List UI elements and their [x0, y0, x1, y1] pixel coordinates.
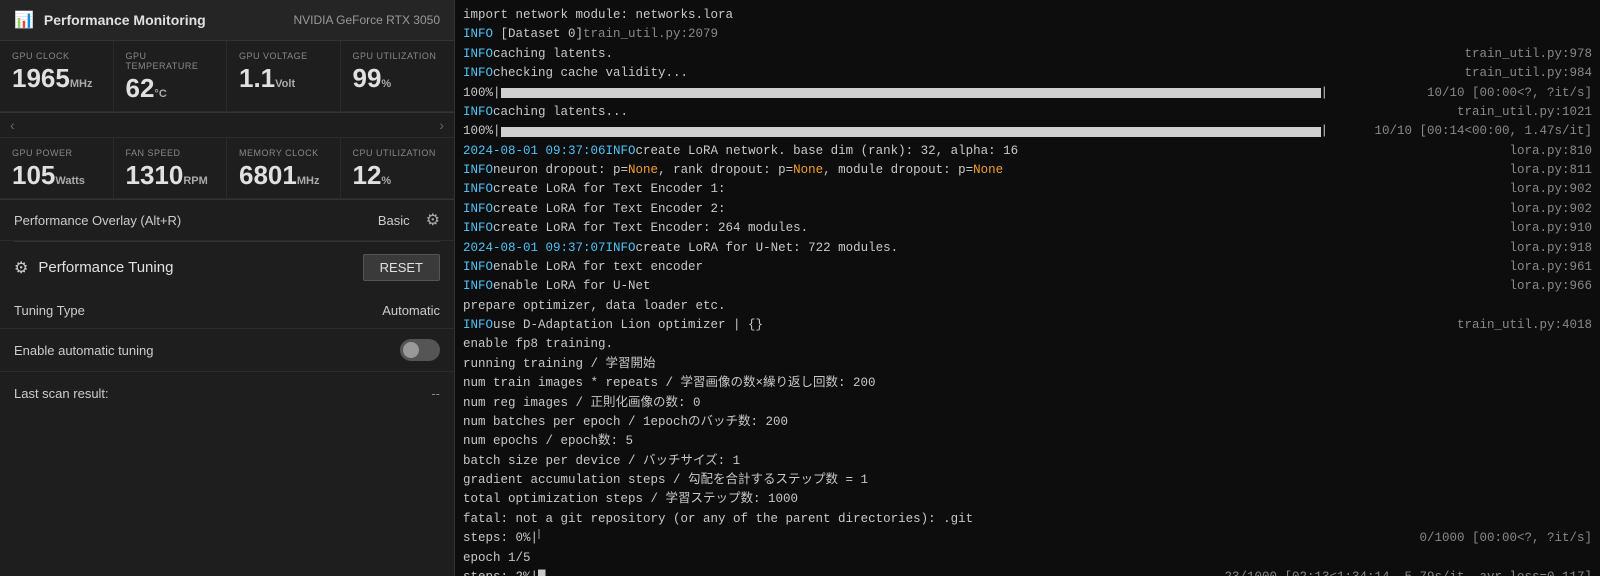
- term-line: INFO use D-Adaptation Lion optimizer | {…: [463, 316, 1592, 335]
- term-line: import network module: networks.lora: [463, 6, 1592, 25]
- auto-tuning-toggle[interactable]: [400, 339, 440, 361]
- gpu-temp-cell: GPU TEMPERATURE 62°C: [114, 41, 228, 112]
- panel-title: Performance Monitoring: [44, 12, 284, 28]
- gpu-util-label: GPU UTILIZATION: [353, 51, 443, 61]
- term-line: enable fp8 training.: [463, 335, 1592, 354]
- mem-clock-value: 6801MHz: [239, 162, 328, 188]
- tuning-title: Performance Tuning: [38, 259, 352, 276]
- tuning-type-value: Automatic: [382, 303, 440, 318]
- last-scan-row: Last scan result: --: [0, 372, 454, 415]
- term-line: INFO [Dataset 0]train_util.py:2079: [463, 25, 1592, 44]
- auto-tuning-label: Enable automatic tuning: [14, 343, 400, 358]
- cpu-util-label: CPU UTILIZATION: [353, 148, 443, 158]
- last-scan-label: Last scan result:: [14, 386, 431, 401]
- gpu-name: NVIDIA GeForce RTX 3050: [293, 13, 440, 27]
- term-line: epoch 1/5: [463, 549, 1592, 568]
- term-line: INFO enable LoRA for U-Netlora.py:966: [463, 277, 1592, 296]
- prev-arrow[interactable]: ‹: [10, 117, 15, 133]
- left-panel: 📊 Performance Monitoring NVIDIA GeForce …: [0, 0, 455, 576]
- toggle-track: [400, 339, 440, 361]
- gpu-temp-value: 62°C: [126, 75, 215, 101]
- tuning-header: ⚙ Performance Tuning RESET: [0, 242, 454, 293]
- term-line: INFO checking cache validity...train_uti…: [463, 64, 1592, 83]
- fan-speed-value: 1310RPM: [126, 162, 215, 188]
- tuning-icon: ⚙: [14, 258, 28, 278]
- auto-tuning-row: Enable automatic tuning: [0, 329, 454, 372]
- term-line: INFO enable LoRA for text encoderlora.py…: [463, 258, 1592, 277]
- gpu-util-value: 99%: [353, 65, 443, 91]
- gpu-power-value: 105Watts: [12, 162, 101, 188]
- gear-icon[interactable]: ⚙: [426, 210, 440, 230]
- term-line: gradient accumulation steps / 勾配を合計するステッ…: [463, 471, 1592, 490]
- term-line: prepare optimizer, data loader etc.: [463, 297, 1592, 316]
- term-line: INFO caching latents...train_util.py:102…: [463, 103, 1592, 122]
- cpu-util-cell: CPU UTILIZATION 12%: [341, 138, 455, 199]
- next-arrow[interactable]: ›: [439, 117, 444, 133]
- tuning-type-row: Tuning Type Automatic: [0, 293, 454, 329]
- gpu-util-cell: GPU UTILIZATION 99%: [341, 41, 455, 112]
- gpu-voltage-value: 1.1Volt: [239, 65, 328, 91]
- cpu-util-value: 12%: [353, 162, 443, 188]
- tuning-type-label: Tuning Type: [14, 303, 382, 318]
- term-line: INFO create LoRA for Text Encoder 1:lora…: [463, 180, 1592, 199]
- term-line: 2024-08-01 09:37:07 INFO create LoRA for…: [463, 239, 1592, 258]
- term-line: INFO caching latents.train_util.py:978: [463, 45, 1592, 64]
- term-line: num epochs / epoch数: 5: [463, 432, 1592, 451]
- term-line-steps2: steps: 2%|█ 23/1000 [02:13<1:34:14, 5.79…: [463, 568, 1592, 576]
- term-line-progress1: 100%|| 10/10 [00:00<?, ?it/s]: [463, 84, 1592, 103]
- fan-speed-label: FAN SPEED: [126, 148, 215, 158]
- fan-speed-cell: FAN SPEED 1310RPM: [114, 138, 228, 199]
- term-line: fatal: not a git repository (or any of t…: [463, 510, 1592, 529]
- term-line-progress2: 100%|| 10/10 [00:14<00:00, 1.47s/it]: [463, 122, 1592, 141]
- overlay-mode: Basic: [378, 213, 410, 228]
- term-line: batch size per device / バッチサイズ: 1: [463, 452, 1592, 471]
- term-line: INFO create LoRA for Text Encoder 2:lora…: [463, 200, 1592, 219]
- term-line: num batches per epoch / 1epochのバッチ数: 200: [463, 413, 1592, 432]
- term-line: num reg images / 正則化画像の数: 0: [463, 394, 1592, 413]
- gpu-clock-value: 1965MHz: [12, 65, 101, 91]
- last-scan-value: --: [431, 386, 440, 401]
- term-line: total optimization steps / 学習ステップ数: 1000: [463, 490, 1592, 509]
- gpu-clock-cell: GPU CLOCK 1965MHz: [0, 41, 114, 112]
- term-line: running training / 学習開始: [463, 355, 1592, 374]
- term-line: 2024-08-01 09:37:06 INFO create LoRA net…: [463, 142, 1592, 161]
- term-line: INFO create LoRA for Text Encoder: 264 m…: [463, 219, 1592, 238]
- mem-clock-label: MEMORY CLOCK: [239, 148, 328, 158]
- gpu-temp-label: GPU TEMPERATURE: [126, 51, 215, 71]
- gpu-power-cell: GPU POWER 105Watts: [0, 138, 114, 199]
- overlay-row: Performance Overlay (Alt+R) Basic ⚙: [0, 200, 454, 241]
- nav-arrow-row: ‹ ›: [0, 113, 454, 138]
- gpu-power-label: GPU POWER: [12, 148, 101, 158]
- metrics-row-1: GPU CLOCK 1965MHz GPU TEMPERATURE 62°C G…: [0, 41, 454, 113]
- terminal-panel: import network module: networks.lora INF…: [455, 0, 1600, 576]
- mem-clock-cell: MEMORY CLOCK 6801MHz: [227, 138, 341, 199]
- performance-icon: 📊: [14, 10, 34, 30]
- term-line: INFO neuron dropout: p=None, rank dropou…: [463, 161, 1592, 180]
- gpu-clock-label: GPU CLOCK: [12, 51, 101, 61]
- toggle-thumb: [403, 342, 419, 358]
- gpu-voltage-label: GPU VOLTAGE: [239, 51, 328, 61]
- gpu-voltage-cell: GPU VOLTAGE 1.1Volt: [227, 41, 341, 112]
- overlay-label: Performance Overlay (Alt+R): [14, 213, 370, 228]
- term-line: num train images * repeats / 学習画像の数×繰り返し…: [463, 374, 1592, 393]
- metrics-row-2: GPU POWER 105Watts FAN SPEED 1310RPM MEM…: [0, 138, 454, 200]
- term-line-steps0: steps: 0%| 0/1000 [00:00<?, ?it/s]: [463, 529, 1592, 548]
- reset-button[interactable]: RESET: [363, 254, 440, 281]
- panel-header: 📊 Performance Monitoring NVIDIA GeForce …: [0, 0, 454, 41]
